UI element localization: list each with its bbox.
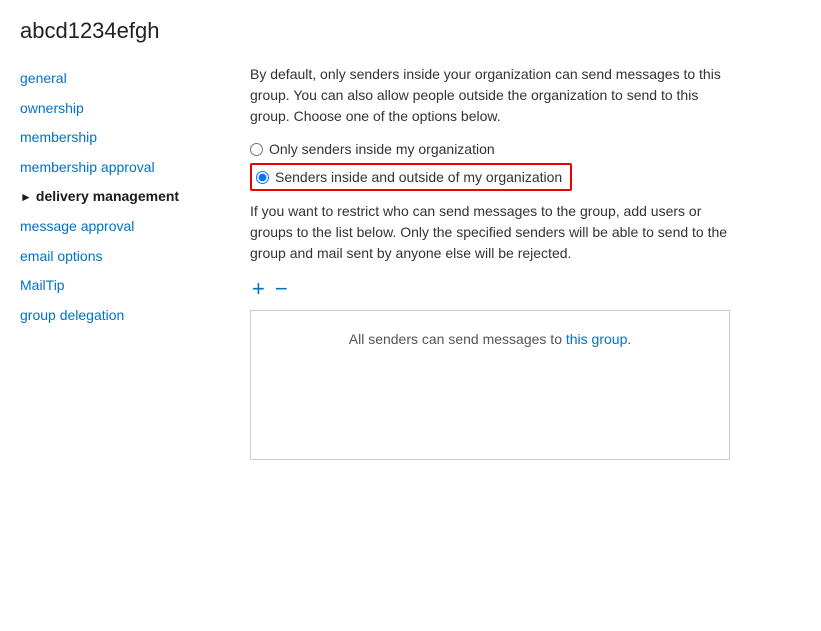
radio-inside-outside[interactable] — [256, 171, 269, 184]
radio-option-1-label: Only senders inside my organization — [269, 141, 495, 157]
sidebar-item-membership[interactable]: membership — [20, 123, 230, 153]
sidebar-item-general[interactable]: general — [20, 64, 230, 94]
senders-box-text: All senders can send messages to this gr… — [349, 331, 632, 347]
sidebar-item-membership-approval[interactable]: membership approval — [20, 153, 230, 183]
sidebar-item-label: email options — [20, 247, 103, 267]
sidebar-item-email-options[interactable]: email options — [20, 242, 230, 272]
sidebar-item-mailtip[interactable]: MailTip — [20, 271, 230, 301]
sidebar-item-label: membership — [20, 128, 97, 148]
sidebar-item-label: delivery management — [36, 187, 179, 207]
sidebar-item-group-delegation[interactable]: group delegation — [20, 301, 230, 331]
arrow-icon: ► — [20, 189, 32, 206]
description-text: By default, only senders inside your org… — [250, 64, 730, 127]
sidebar-item-delivery-management[interactable]: ► delivery management — [20, 182, 230, 212]
remove-button[interactable]: − — [273, 278, 290, 300]
radio-group: Only senders inside my organization Send… — [250, 141, 791, 191]
radio-option-2[interactable]: Senders inside and outside of my organiz… — [250, 163, 791, 191]
sidebar: general ownership membership membership … — [0, 54, 230, 480]
toolbar: + − — [250, 278, 791, 300]
this-group-link[interactable]: this group — [566, 331, 627, 347]
radio-inside-only[interactable] — [250, 143, 263, 156]
sidebar-item-label: membership approval — [20, 158, 155, 178]
main-content: By default, only senders inside your org… — [230, 54, 821, 480]
sidebar-item-label: ownership — [20, 99, 84, 119]
sidebar-item-label: group delegation — [20, 306, 124, 326]
add-button[interactable]: + — [250, 278, 267, 300]
sidebar-item-message-approval[interactable]: message approval — [20, 212, 230, 242]
restriction-note: If you want to restrict who can send mes… — [250, 201, 730, 264]
sidebar-item-label: message approval — [20, 217, 134, 237]
page-title: abcd1234efgh — [0, 0, 821, 54]
sidebar-item-label: general — [20, 69, 67, 89]
sidebar-item-ownership[interactable]: ownership — [20, 94, 230, 124]
sidebar-item-label: MailTip — [20, 276, 65, 296]
senders-box: All senders can send messages to this gr… — [250, 310, 730, 460]
radio-option-2-label: Senders inside and outside of my organiz… — [275, 169, 562, 185]
radio-option-1[interactable]: Only senders inside my organization — [250, 141, 791, 157]
radio-highlighted-box: Senders inside and outside of my organiz… — [250, 163, 572, 191]
